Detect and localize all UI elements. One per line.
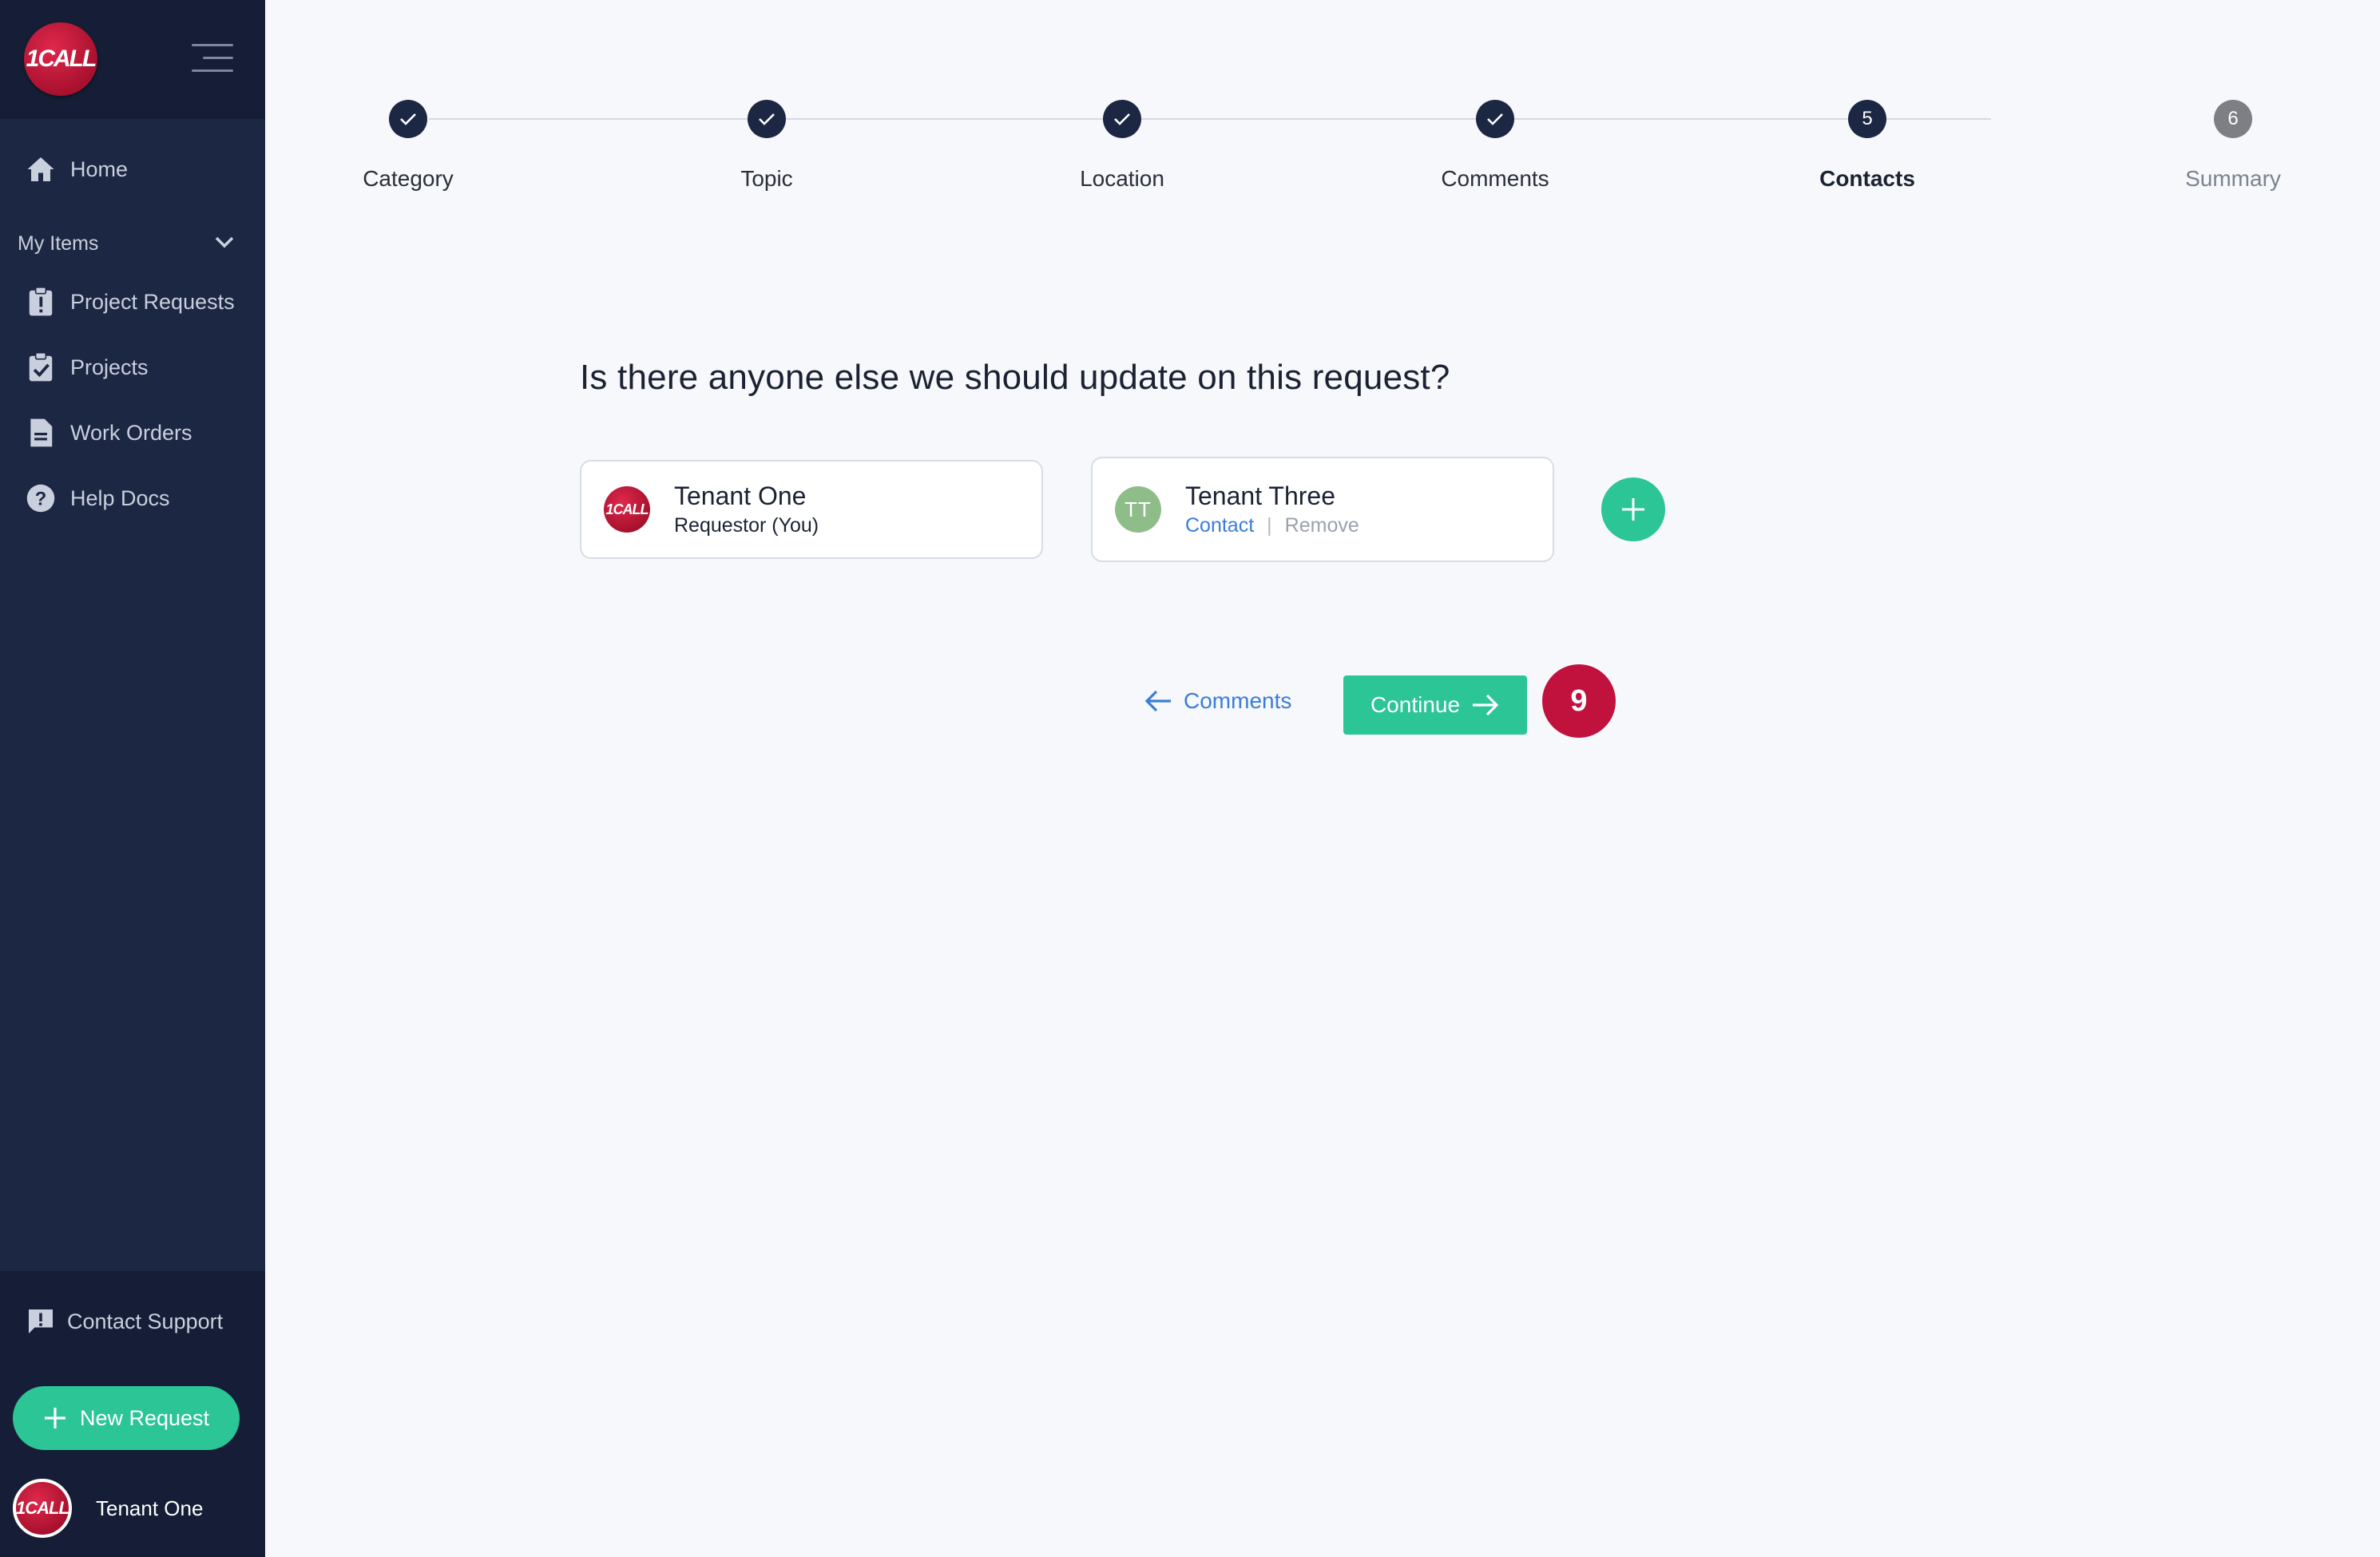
user-avatar: 1CALL [13,1479,72,1538]
continue-button[interactable]: Continue [1343,675,1527,735]
new-request-label: New Request [79,1405,210,1430]
nav-work-orders-label: Work Orders [70,420,192,445]
back-button-label: Comments [1184,688,1292,713]
step-location-label[interactable]: Location [1080,166,1164,192]
stepper-track [429,118,1991,120]
contact-card-tenant-three: TT Tenant Three Contact | Remove [1091,457,1554,562]
contact-card-requestor: 1CALL Tenant One Requestor (You) [580,460,1043,559]
nav-work-orders[interactable]: Work Orders [26,413,192,453]
contact-support-link[interactable]: Contact Support [26,1306,223,1337]
nav-help-docs[interactable]: ? Help Docs [26,478,170,518]
nav-project-requests-label: Project Requests [70,289,235,314]
nav-projects-label: Projects [70,355,149,379]
clipboard-check-icon [26,352,56,382]
my-items-label: My Items [18,232,99,255]
step-contacts-number: 5 [1848,100,1886,138]
step-topic-label[interactable]: Topic [740,166,792,192]
nav-projects[interactable]: Projects [26,347,149,387]
step-summary-number: 6 [2214,100,2252,138]
contact-support-label: Contact Support [67,1309,224,1333]
notification-badge[interactable]: 9 [1542,664,1616,738]
svg-text:?: ? [35,488,47,509]
contact-initials-avatar: TT [1115,486,1161,533]
continue-button-label: Continue [1370,692,1461,717]
arrow-right-icon [1471,693,1500,717]
contact-actions: Contact | Remove [1185,514,1359,537]
user-profile[interactable]: 1CALL Tenant One [13,1479,203,1538]
document-icon [26,418,56,448]
step-summary-label: Summary [2185,166,2281,191]
chat-alert-icon [26,1306,56,1337]
user-name: Tenant One [96,1496,204,1520]
nav-project-requests[interactable]: Project Requests [26,282,235,322]
contact-name: Tenant One [674,481,807,510]
new-request-button[interactable]: New Request [13,1386,240,1450]
remove-link[interactable]: Remove [1285,514,1359,537]
help-icon: ? [26,483,56,513]
my-items-toggle[interactable]: My Items [18,224,235,263]
link-separator: | [1267,514,1272,537]
sidebar: 1CALL Home My Items Project Requests Pro… [0,0,265,1557]
requestor-avatar: 1CALL [604,486,650,533]
step-comments-check-icon[interactable] [1476,100,1514,138]
contact-link[interactable]: Contact [1185,514,1254,537]
arrow-left-icon [1144,689,1172,713]
step-category-label[interactable]: Category [363,166,454,192]
step-comments-label[interactable]: Comments [1441,166,1549,192]
page-question: Is there anyone else we should update on… [580,358,1450,397]
plus-icon [43,1406,67,1430]
step-topic-check-icon[interactable] [748,100,786,138]
chevron-down-icon [214,232,235,256]
nav-help-docs-label: Help Docs [70,485,170,510]
step-location-check-icon[interactable] [1103,100,1141,138]
step-category-check-icon[interactable] [389,100,427,138]
add-contact-button[interactable] [1601,477,1665,541]
clipboard-alert-icon [26,287,56,317]
contact-role: Requestor (You) [674,514,819,537]
back-button[interactable]: Comments [1144,688,1291,714]
step-contacts-label: Contacts [1819,166,1915,191]
contact-name: Tenant Three [1185,481,1335,510]
plus-icon [1620,497,1646,522]
progress-stepper: Category Topic Location Comments 5 Conta… [0,0,2380,208]
